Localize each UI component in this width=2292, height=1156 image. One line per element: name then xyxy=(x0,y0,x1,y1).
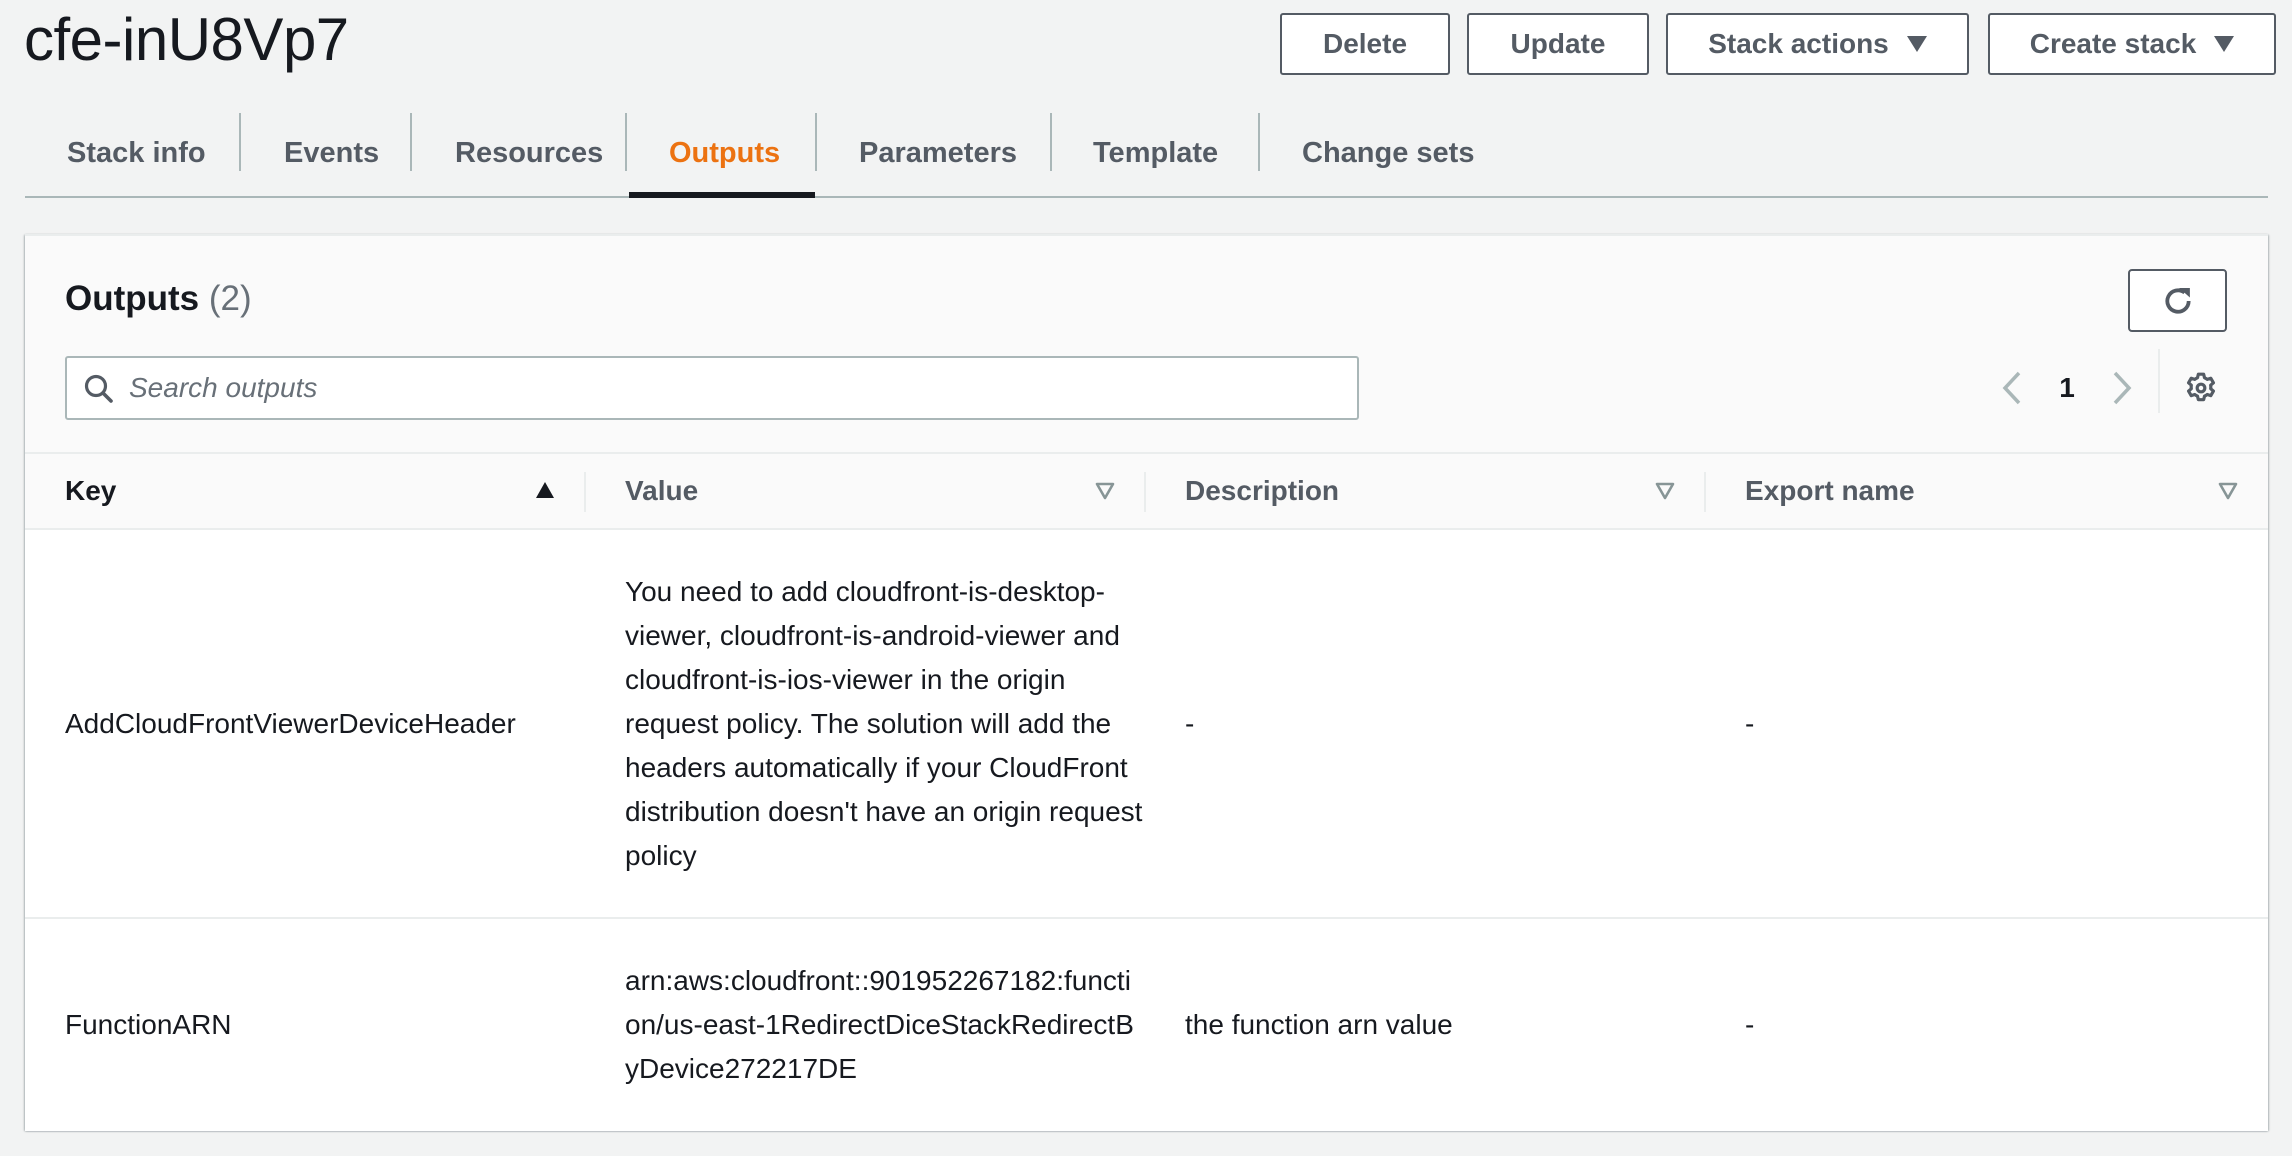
table-body: AddCloudFrontViewerDeviceHeader You need… xyxy=(25,530,2268,1131)
caret-down-icon xyxy=(2214,36,2235,52)
column-header-description[interactable]: Description xyxy=(1185,454,1339,528)
sort-icon[interactable] xyxy=(1095,482,1115,500)
tab-template[interactable]: Template xyxy=(1093,110,1218,196)
tab-change-sets[interactable]: Change sets xyxy=(1302,110,1474,196)
search-icon xyxy=(84,374,113,403)
next-page-button[interactable] xyxy=(2107,370,2137,406)
tab-label: Change sets xyxy=(1302,136,1475,169)
cell-description: - xyxy=(1185,707,1195,739)
tab-stack-info[interactable]: Stack info xyxy=(67,110,206,196)
column-header-label: Key xyxy=(65,475,117,506)
sort-icon[interactable] xyxy=(1655,482,1675,500)
sort-icon[interactable] xyxy=(2218,482,2238,500)
tab-resources[interactable]: Resources xyxy=(455,110,603,196)
tab-outputs[interactable]: Outputs xyxy=(669,110,780,196)
column-divider[interactable] xyxy=(1704,472,1706,512)
cell-value: arn:aws:cloudfront::901952267182:functio… xyxy=(625,965,1134,1084)
refresh-icon xyxy=(2164,287,2191,314)
table-row: FunctionARN arn:aws:cloudfront::90195226… xyxy=(25,919,2268,1131)
tab-divider xyxy=(1258,113,1260,171)
active-tab-indicator xyxy=(629,192,815,198)
tab-divider xyxy=(815,113,817,171)
refresh-button[interactable] xyxy=(2128,269,2227,332)
delete-button[interactable]: Delete xyxy=(1280,13,1450,75)
outputs-count: (2) xyxy=(208,279,252,318)
chevron-left-icon xyxy=(2002,371,2021,405)
column-divider[interactable] xyxy=(1144,472,1146,512)
column-header-export-name[interactable]: Export name xyxy=(1745,454,1915,528)
update-button[interactable]: Update xyxy=(1467,13,1649,75)
cell-export-name: - xyxy=(1745,1009,1755,1040)
chevron-right-icon xyxy=(2113,371,2132,405)
cell-key: AddCloudFrontViewerDeviceHeader xyxy=(65,707,516,739)
tab-label: Events xyxy=(284,136,380,169)
tab-bar: Stack info Events Resources Outputs Para… xyxy=(25,110,2268,198)
cell-value: You need to add cloudfront-is-desktop-vi… xyxy=(625,575,1143,871)
tab-label: Parameters xyxy=(859,136,1017,169)
tab-parameters[interactable]: Parameters xyxy=(859,110,1017,196)
stack-actions-button[interactable]: Stack actions xyxy=(1666,13,1969,75)
tab-events[interactable]: Events xyxy=(284,110,379,196)
create-stack-button[interactable]: Create stack xyxy=(1988,13,2276,75)
cell-key: FunctionARN xyxy=(65,1009,232,1040)
update-button-label: Update xyxy=(1510,28,1606,59)
outputs-panel: Outputs (2) 1 xyxy=(25,234,2268,1131)
sort-ascending-icon[interactable] xyxy=(535,481,555,499)
tab-divider xyxy=(239,113,241,171)
tab-label: Outputs xyxy=(669,136,781,169)
outputs-heading: Outputs (2) xyxy=(65,274,252,324)
delete-button-label: Delete xyxy=(1322,28,1408,59)
column-header-label: Description xyxy=(1185,475,1340,506)
table-row: AddCloudFrontViewerDeviceHeader You need… xyxy=(25,530,2268,919)
column-header-label: Value xyxy=(625,475,699,506)
create-stack-label: Create stack xyxy=(2029,28,2197,59)
search-input[interactable] xyxy=(129,358,1349,418)
page-title: cfe-inU8Vp7 xyxy=(24,6,349,73)
tab-label: Stack info xyxy=(67,136,206,169)
previous-page-button[interactable] xyxy=(1997,370,2027,406)
pagination-divider xyxy=(2158,349,2160,413)
cell-description: the function arn value xyxy=(1185,1009,1453,1040)
column-header-value[interactable]: Value xyxy=(625,454,698,528)
search-field xyxy=(65,356,1359,420)
caret-down-icon xyxy=(1906,36,1927,52)
gear-icon xyxy=(2186,372,2216,402)
cell-export-name: - xyxy=(1745,707,1755,739)
current-page-number[interactable]: 1 xyxy=(2055,366,2079,410)
outputs-heading-title: Outputs xyxy=(65,279,200,318)
column-divider[interactable] xyxy=(584,472,586,512)
tab-label: Resources xyxy=(455,136,604,169)
table-header: Key Value Description Export name xyxy=(25,452,2268,530)
tab-label: Template xyxy=(1093,136,1219,169)
tab-divider xyxy=(625,113,627,171)
preferences-button[interactable] xyxy=(2183,368,2219,408)
column-header-key[interactable]: Key xyxy=(65,454,116,528)
tab-divider xyxy=(410,113,412,171)
stack-actions-label: Stack actions xyxy=(1708,28,1889,59)
tab-divider xyxy=(1050,113,1052,171)
column-header-label: Export name xyxy=(1745,475,1915,506)
